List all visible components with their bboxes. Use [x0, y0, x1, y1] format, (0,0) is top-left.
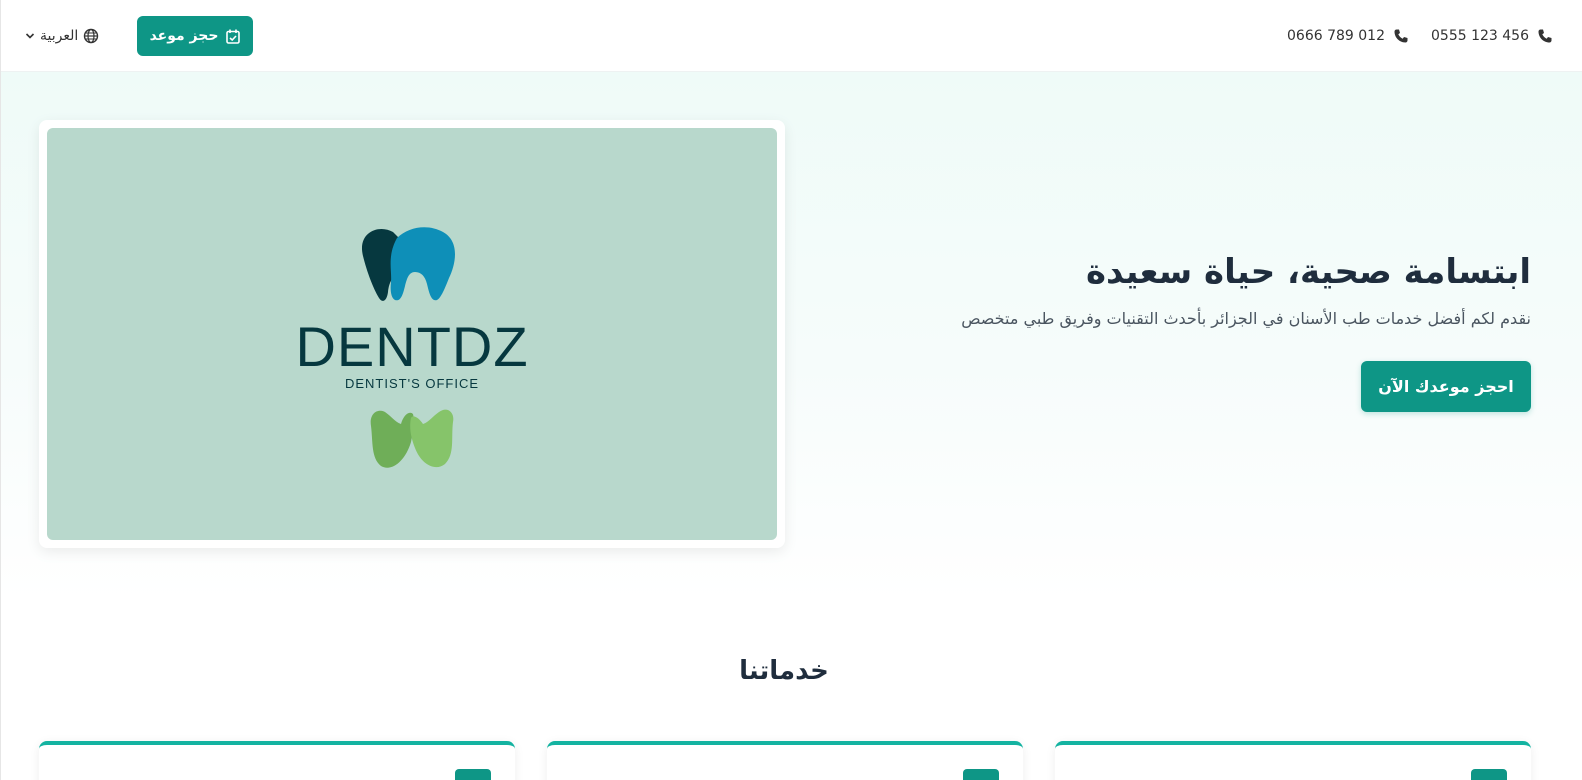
clinic-logo-image: DENTDZ DENTIST'S OFFICE [47, 128, 777, 540]
hero-text-block: ابتسامة صحية، حياة سعيدة نقدم لكم أفضل خ… [891, 252, 1531, 328]
service-card[interactable] [1055, 741, 1531, 780]
brand-tagline: DENTIST'S OFFICE [344, 376, 480, 391]
phone-number-1[interactable]: 0555 123 456 [1431, 24, 1553, 48]
phone-icon [1394, 29, 1408, 43]
leaf-logo-icon [370, 409, 454, 468]
phone-number-2[interactable]: 0666 789 012 [1287, 24, 1409, 48]
language-label: العربية [40, 28, 79, 44]
phone-icon [1538, 29, 1552, 43]
tooth-logo-icon [361, 227, 455, 301]
chevron-down-icon [25, 33, 35, 39]
service-icon [455, 769, 491, 780]
service-card[interactable] [547, 741, 1023, 780]
language-selector[interactable]: العربية [25, 24, 99, 48]
phone-number-text: 0666 789 012 [1287, 28, 1385, 44]
page: العربية حجز موعد 0555 123 456 0666 789 0… [0, 0, 1582, 780]
hero-section: DENTDZ DENTIST'S OFFICE ابتسامة صحية، حي… [1, 72, 1582, 600]
brand-name: DENTDZ [295, 315, 529, 378]
globe-icon [84, 28, 99, 44]
hero-title: ابتسامة صحية، حياة سعيدة [1085, 252, 1531, 292]
hero-image-card: DENTDZ DENTIST'S OFFICE [39, 120, 785, 548]
services-title: خدماتنا [739, 656, 829, 686]
service-icon [1471, 769, 1507, 780]
book-now-button[interactable]: احجز موعدك الآن [1361, 361, 1531, 412]
phone-number-text: 0555 123 456 [1431, 28, 1529, 44]
book-appointment-label: حجز موعد [149, 28, 219, 44]
service-card[interactable] [39, 741, 515, 780]
top-header: العربية حجز موعد 0555 123 456 0666 789 0… [1, 0, 1582, 72]
book-appointment-button[interactable]: حجز موعد [137, 16, 253, 56]
calendar-check-icon [226, 29, 241, 44]
hero-subtitle: نقدم لكم أفضل خدمات طب الأسنان في الجزائ… [961, 308, 1531, 328]
service-icon [963, 769, 999, 780]
